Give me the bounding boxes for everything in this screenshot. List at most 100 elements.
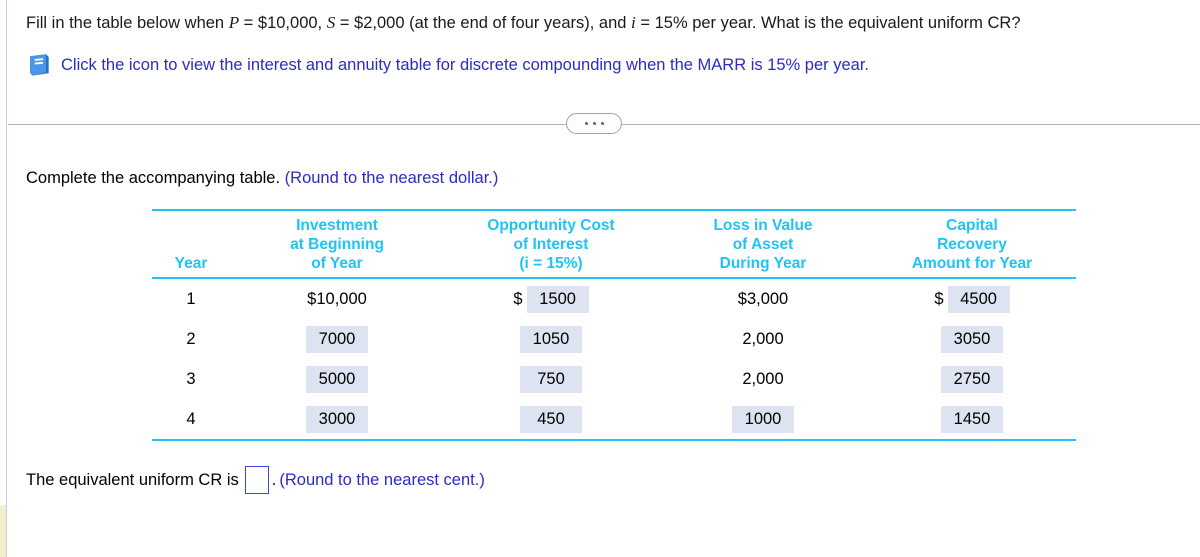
loss-input[interactable]: 1000 [732, 405, 794, 433]
year-value: 2 [186, 329, 196, 348]
column-header-opportunity-line3: (i = 15%) [519, 255, 583, 272]
expand-ellipsis-button[interactable] [566, 113, 622, 134]
question-text-mid1: = $10,000, [239, 14, 327, 32]
cell-opportunity-cost: $ 1500 [444, 278, 658, 319]
year-value: 1 [186, 289, 196, 308]
loss-cell-wrap: 2,000 [658, 330, 868, 349]
variable-s: S [326, 13, 336, 32]
cell-opportunity-cost: 450 [444, 399, 658, 441]
cell-investment: 3000 [230, 399, 444, 441]
capital-input[interactable]: 4500 [947, 285, 1010, 313]
cell-opportunity-cost: 750 [444, 359, 658, 399]
column-header-capital-line3: Amount for Year [911, 255, 1033, 272]
table-row: 4 3000 450 1000 1450 [152, 399, 1076, 441]
column-header-year: Year [152, 209, 230, 279]
cell-loss-in-value: $3,000 [658, 278, 868, 319]
investment-input[interactable]: 3000 [306, 405, 368, 433]
column-header-year-line3: Year [174, 255, 208, 272]
capital-input[interactable]: 2750 [941, 365, 1003, 393]
year-value: 3 [186, 369, 196, 388]
left-edge-highlight [0, 505, 6, 557]
question-block: Fill in the table below when P = $10,000… [0, 0, 1200, 77]
investment-value: $10,000 [307, 289, 367, 308]
table-row: 3 5000 750 2,000 2750 [152, 359, 1076, 399]
cell-year: 4 [152, 399, 230, 441]
cell-investment: 5000 [230, 359, 444, 399]
investment-cell-wrap: 5000 [230, 365, 444, 393]
column-header-loss-line3: During Year [719, 255, 807, 272]
opportunity-input[interactable]: 750 [520, 365, 582, 393]
cell-year: 1 [152, 278, 230, 319]
question-text-end: = 15% per year. What is the equivalent u… [635, 14, 1021, 32]
investment-cell-wrap: 7000 [230, 325, 444, 353]
answer-period: . [271, 471, 277, 489]
cell-opportunity-cost: 1050 [444, 319, 658, 359]
section-divider [0, 113, 1200, 135]
column-header-loss-in-value: Loss in Value of Asset During Year [658, 209, 868, 279]
table-row: 1 $10,000 $ 1500 $3,000 $ 4500 [152, 278, 1076, 319]
instruction-text: Complete the accompanying table. [26, 169, 285, 187]
opportunity-input[interactable]: 450 [520, 405, 582, 433]
instruction-line: Complete the accompanying table. (Round … [0, 167, 1200, 189]
table-row: 2 7000 1050 2,000 3050 [152, 319, 1076, 359]
investment-cell-wrap: 3000 [230, 405, 444, 433]
question-text-pre: Fill in the table below when [26, 14, 229, 32]
loss-cell-wrap: $3,000 [658, 290, 868, 309]
opportunity-cell-wrap: $ 1500 [444, 285, 658, 313]
cell-capital-recovery: $ 4500 [868, 278, 1076, 319]
capital-input[interactable]: 3050 [941, 325, 1003, 353]
cell-capital-recovery: 1450 [868, 399, 1076, 441]
icon-hint-line[interactable]: Click the icon to view the interest and … [26, 53, 1176, 77]
column-header-capital-line2: Recovery [937, 236, 1007, 253]
cell-investment: 7000 [230, 319, 444, 359]
opportunity-input[interactable]: 1050 [520, 325, 582, 353]
investment-input[interactable]: 5000 [306, 365, 368, 393]
capital-cell-wrap: 3050 [868, 325, 1076, 353]
capital-cell-wrap: 2750 [868, 365, 1076, 393]
table-body: 1 $10,000 $ 1500 $3,000 $ 4500 2 7000 10… [152, 278, 1076, 441]
table-head: Year Investment at Beginning of Year Opp… [152, 209, 1076, 279]
opportunity-cell-wrap: 750 [444, 365, 658, 393]
column-header-opportunity-line2: of Interest [513, 236, 589, 253]
opportunity-dollar-sign: $ [513, 289, 523, 308]
table-header-row: Year Investment at Beginning of Year Opp… [152, 209, 1076, 279]
column-header-investment-line3: of Year [311, 255, 363, 272]
column-header-opportunity-line1: Opportunity Cost [487, 217, 615, 234]
view-interest-table-link[interactable]: Click the icon to view the interest and … [61, 54, 869, 76]
column-header-investment-line1: Investment [296, 217, 378, 234]
column-header-capital-recovery: Capital Recovery Amount for Year [868, 209, 1076, 279]
instruction-hint: (Round to the nearest dollar.) [284, 169, 499, 187]
loss-value: 2,000 [742, 329, 784, 348]
cell-loss-in-value: 2,000 [658, 359, 868, 399]
capital-dollar-sign: $ [934, 289, 944, 308]
book-icon[interactable] [26, 53, 52, 77]
cell-capital-recovery: 2750 [868, 359, 1076, 399]
cell-year: 2 [152, 319, 230, 359]
investment-input[interactable]: 7000 [306, 325, 368, 353]
opportunity-cell-wrap: 1050 [444, 325, 658, 353]
investment-cell-wrap: $10,000 [230, 290, 444, 309]
variable-p: P [228, 13, 240, 32]
question-text-mid2: = $2,000 (at the end of four years), and [335, 14, 632, 32]
loss-cell-wrap: 1000 [658, 405, 868, 433]
loss-cell-wrap: 2,000 [658, 370, 868, 389]
capital-recovery-table: Year Investment at Beginning of Year Opp… [152, 209, 1076, 441]
cell-loss-in-value: 1000 [658, 399, 868, 441]
column-header-opportunity-cost: Opportunity Cost of Interest (i = 15%) [444, 209, 658, 279]
opportunity-input[interactable]: 1500 [526, 285, 589, 313]
cell-year: 3 [152, 359, 230, 399]
column-header-investment: Investment at Beginning of Year [230, 209, 444, 279]
column-header-loss-line2: of Asset [732, 236, 794, 253]
ellipsis-dot-1 [584, 122, 588, 125]
capital-cell-wrap: $ 4500 [868, 285, 1076, 313]
equivalent-uniform-cr-input[interactable] [244, 466, 269, 494]
answer-prompt: The equivalent uniform CR is [26, 471, 239, 489]
problem-page: Fill in the table below when P = $10,000… [0, 0, 1200, 494]
capital-input[interactable]: 1450 [941, 405, 1003, 433]
question-statement: Fill in the table below when P = $10,000… [26, 12, 1176, 34]
ellipsis-dot-2 [592, 122, 596, 125]
year-value: 4 [186, 409, 196, 428]
ellipsis-dot-3 [600, 122, 604, 125]
cell-investment: $10,000 [230, 278, 444, 319]
loss-value: $3,000 [737, 289, 789, 308]
